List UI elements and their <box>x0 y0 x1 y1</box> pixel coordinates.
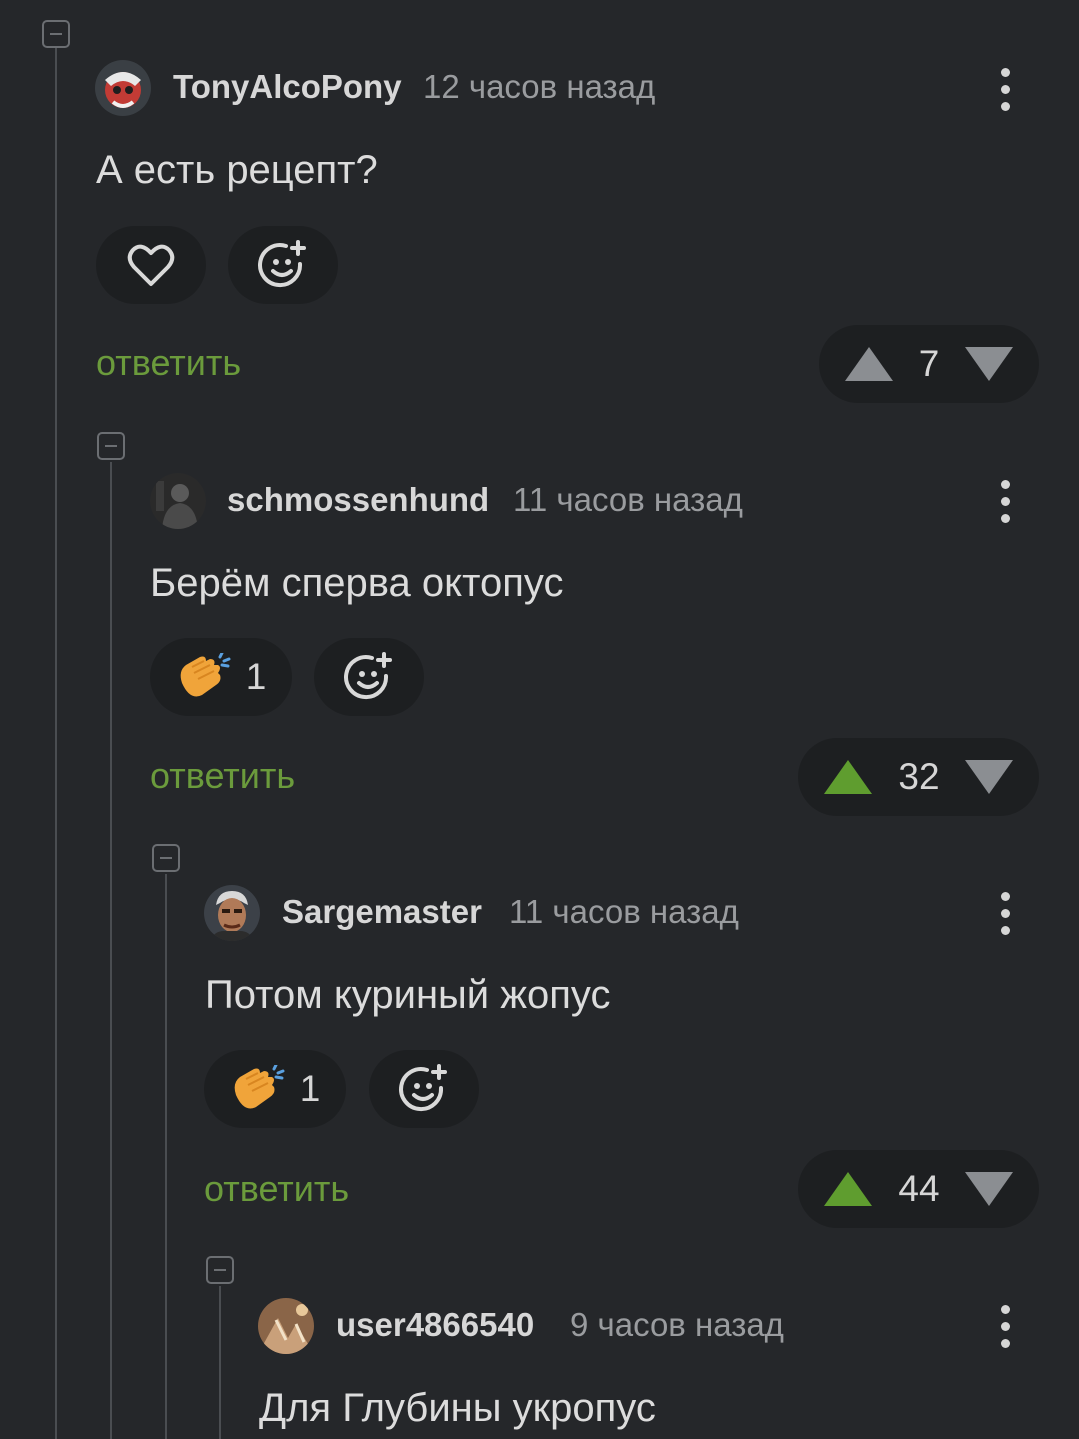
add-emoji-icon <box>344 652 392 700</box>
downvote-arrow-icon <box>965 1172 1013 1206</box>
comment-text: Потом куриный жопус <box>205 973 611 1017</box>
reply-button[interactable]: ответить <box>96 342 241 384</box>
upvote-arrow-icon <box>824 760 872 794</box>
reaction-button[interactable]: 1 <box>150 638 292 716</box>
vote-control: 32 <box>798 738 1039 816</box>
upvote-button[interactable] <box>816 738 880 816</box>
upvote-button[interactable] <box>816 1150 880 1228</box>
vote-control: 7 <box>819 325 1039 403</box>
vote-score: 32 <box>898 756 940 797</box>
downvote-button[interactable] <box>957 325 1021 403</box>
reply-button[interactable]: ответить <box>150 755 295 797</box>
add-emoji-icon <box>399 1064 447 1112</box>
username[interactable]: Sargemaster <box>282 893 482 931</box>
upvote-arrow-icon <box>845 347 893 381</box>
add-reaction-button[interactable] <box>228 226 338 304</box>
more-options-icon[interactable] <box>995 1303 1015 1351</box>
reply-button[interactable]: ответить <box>204 1168 349 1210</box>
upvote-arrow-icon <box>824 1172 872 1206</box>
timestamp: 11 часов назад <box>513 481 743 518</box>
thread-line <box>55 48 57 1439</box>
add-emoji-icon <box>258 240 306 288</box>
reaction-button[interactable] <box>96 226 206 304</box>
comment-text: А есть рецепт? <box>96 148 378 192</box>
timestamp: 11 часов назад <box>509 893 739 930</box>
add-reaction-button[interactable] <box>369 1050 479 1128</box>
comment-text: Для Глубины укропус <box>259 1386 656 1430</box>
downvote-arrow-icon <box>965 760 1013 794</box>
clapping-hands-icon <box>234 1065 285 1109</box>
collapse-thread-button[interactable] <box>206 1256 234 1284</box>
username[interactable]: TonyAlcoPony <box>173 68 402 106</box>
collapse-thread-button[interactable] <box>42 20 70 48</box>
collapse-thread-button[interactable] <box>152 844 180 872</box>
username[interactable]: schmossenhund <box>227 481 489 519</box>
downvote-button[interactable] <box>957 1150 1021 1228</box>
vote-control: 44 <box>798 1150 1039 1228</box>
thread-line <box>219 1286 221 1439</box>
clapping-hands-icon <box>180 653 231 697</box>
more-options-icon[interactable] <box>995 478 1015 526</box>
reaction-button[interactable]: 1 <box>204 1050 346 1128</box>
avatar[interactable] <box>258 1298 314 1354</box>
reaction-count: 1 <box>245 656 267 697</box>
thread-line <box>165 874 167 1439</box>
vote-score: 44 <box>898 1168 940 1209</box>
avatar[interactable] <box>95 60 151 116</box>
heart-icon <box>127 244 175 286</box>
comment-text: Берём сперва октопус <box>150 561 564 605</box>
thread-line <box>110 462 112 1439</box>
timestamp: 12 часов назад <box>423 68 656 105</box>
username[interactable]: user4866540 <box>336 1306 534 1344</box>
more-options-icon[interactable] <box>995 890 1015 938</box>
upvote-button[interactable] <box>837 325 901 403</box>
more-options-icon[interactable] <box>995 66 1015 114</box>
reaction-count: 1 <box>299 1068 321 1109</box>
collapse-thread-button[interactable] <box>97 432 125 460</box>
add-reaction-button[interactable] <box>314 638 424 716</box>
timestamp: 9 часов назад <box>570 1306 784 1343</box>
vote-score: 7 <box>918 343 940 384</box>
downvote-arrow-icon <box>965 347 1013 381</box>
avatar[interactable] <box>204 885 260 941</box>
downvote-button[interactable] <box>957 738 1021 816</box>
avatar[interactable] <box>150 473 206 529</box>
